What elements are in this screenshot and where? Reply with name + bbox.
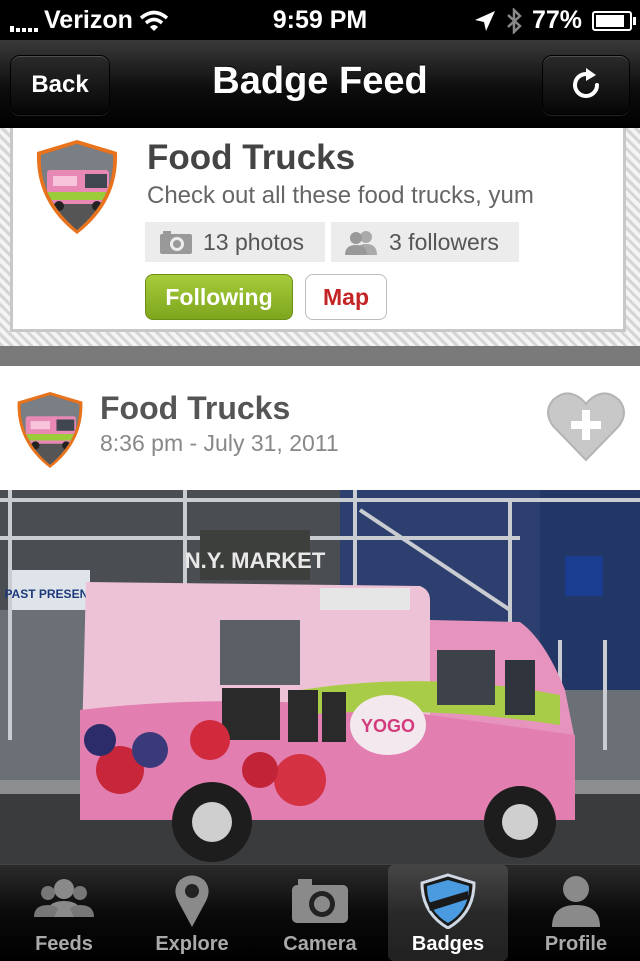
followers-icon — [345, 231, 377, 255]
photos-count[interactable]: 13 photos — [145, 222, 325, 262]
battery-fill — [596, 14, 624, 27]
status-bar: Verizon 9:59 PM 77% — [0, 0, 640, 40]
person-icon — [552, 876, 600, 927]
tab-camera-label: Camera — [283, 933, 357, 955]
tab-feeds[interactable]: Feeds — [0, 865, 128, 961]
tab-camera[interactable]: Camera — [256, 865, 384, 961]
badge-title: Food Trucks — [147, 138, 356, 177]
battery-icon — [592, 10, 636, 31]
tab-badges-label: Badges — [411, 933, 485, 955]
map-button[interactable]: Map — [305, 274, 387, 320]
post-header: Food Trucks 8:36 pm - July 31, 2011 — [0, 366, 640, 490]
followers-count-label: 3 followers — [389, 228, 499, 255]
photo-sign-market: N.Y. MARKET — [185, 548, 326, 573]
like-heart-icon[interactable] — [546, 390, 626, 462]
badge-description: Check out all these food trucks, yum — [147, 182, 534, 209]
tab-bar: Feeds Explore Camera Badges Profile — [0, 864, 640, 961]
tab-explore[interactable]: Explore — [128, 865, 256, 961]
badge-info-card: Food Trucks Check out all these food tru… — [10, 128, 626, 332]
badge-card-container: Food Trucks Check out all these food tru… — [0, 128, 640, 346]
tab-feeds-label: Feeds — [35, 933, 93, 955]
badge-shield-image[interactable] — [35, 138, 119, 236]
camera-icon — [292, 879, 348, 923]
navigation-bar: Back Badge Feed — [0, 40, 640, 128]
bluetooth-icon — [507, 7, 522, 34]
section-divider — [0, 346, 640, 366]
location-arrow-icon — [474, 10, 495, 31]
post-badge-title[interactable]: Food Trucks — [100, 390, 290, 427]
people-icon — [34, 879, 94, 917]
map-pin-icon — [175, 875, 209, 927]
tab-explore-label: Explore — [155, 933, 229, 955]
post-badge-icon[interactable] — [16, 390, 84, 470]
truck-brand-text: YOGO — [361, 716, 415, 736]
following-button[interactable]: Following — [145, 274, 293, 320]
post-photo[interactable]: N.Y. MARKET PAST PRESENT YOGO — [0, 490, 640, 864]
tab-profile[interactable]: Profile — [512, 865, 640, 961]
refresh-icon — [573, 68, 599, 98]
post-timestamp: 8:36 pm - July 31, 2011 — [100, 430, 339, 456]
tab-badges[interactable]: Badges — [388, 865, 508, 961]
feed-content[interactable]: Food Trucks Check out all these food tru… — [0, 128, 640, 864]
refresh-button[interactable] — [542, 55, 630, 115]
camera-small-icon — [160, 231, 192, 254]
tab-profile-label: Profile — [544, 933, 608, 955]
photos-count-label: 13 photos — [203, 228, 305, 255]
followers-count[interactable]: 3 followers — [331, 222, 519, 262]
photo-sign-left: PAST PRESENT — [4, 587, 96, 601]
battery-percent: 77% — [531, 6, 582, 34]
badge-shield-icon — [420, 873, 476, 929]
